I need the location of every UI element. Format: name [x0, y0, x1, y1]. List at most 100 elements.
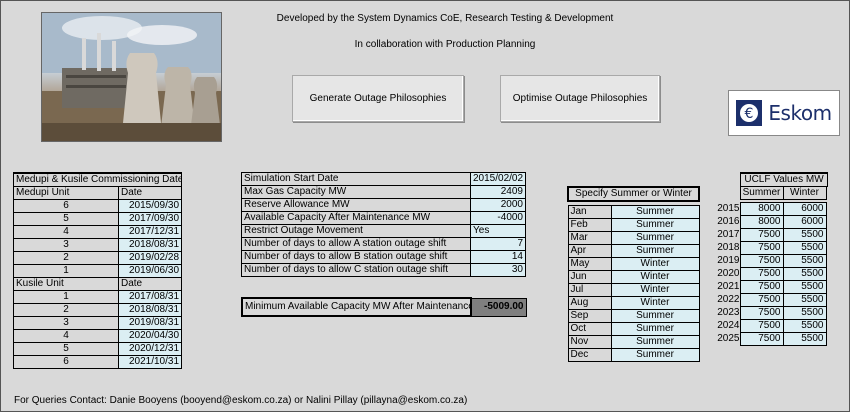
uclf-winter-header: Winter: [782, 186, 827, 200]
uclf-year: 2021: [717, 281, 740, 292]
generate-outage-philosophies-button[interactable]: Generate Outage Philosophies: [292, 75, 464, 122]
eskom-logo: € Eskom: [728, 90, 840, 136]
medupi-unit: 3: [13, 238, 119, 252]
season-value[interactable]: Winter: [610, 283, 700, 297]
uclf-winter-value[interactable]: 5500: [782, 241, 827, 255]
kusile-date[interactable]: 2018/08/31: [117, 303, 183, 317]
sim-param-value[interactable]: -4000: [470, 211, 526, 225]
season-value[interactable]: Summer: [610, 335, 700, 349]
uclf-year: 2023: [717, 307, 740, 318]
season-value[interactable]: Summer: [610, 244, 700, 258]
season-month: Apr: [567, 244, 612, 258]
kusile-date[interactable]: 2020/04/30: [117, 329, 183, 343]
sim-param-value[interactable]: 30: [470, 263, 526, 277]
uclf-winter-value[interactable]: 5500: [782, 267, 827, 281]
uclf-summer-value[interactable]: 7500: [739, 306, 784, 320]
medupi-unit: 6: [13, 199, 119, 213]
kusile-unit: 2: [13, 303, 119, 317]
sim-param-label: Number of days to allow B station outage…: [241, 250, 471, 264]
uclf-winter-value[interactable]: 5500: [782, 254, 827, 268]
commissioning-title: Medupi & Kusile Commissioning Dates: [12, 172, 183, 187]
medupi-date[interactable]: 2017/12/31: [117, 225, 183, 239]
season-value[interactable]: Summer: [610, 309, 700, 323]
eskom-logo-text: Eskom: [768, 101, 832, 125]
medupi-date[interactable]: 2019/06/30: [117, 264, 183, 278]
uclf-winter-value[interactable]: 5500: [782, 306, 827, 320]
season-value[interactable]: Summer: [610, 218, 700, 232]
season-value[interactable]: Summer: [610, 348, 700, 362]
uclf-year: 2018: [717, 242, 740, 253]
uclf-summer-value[interactable]: 7500: [739, 254, 784, 268]
sim-param-value[interactable]: 2015/02/02: [470, 172, 526, 186]
season-month: Oct: [567, 322, 612, 336]
season-value[interactable]: Winter: [610, 257, 700, 271]
uclf-summer-value[interactable]: 7500: [739, 267, 784, 281]
medupi-unit: 4: [13, 225, 119, 239]
header-collaboration: In collaboration with Production Plannin…: [354, 39, 536, 50]
uclf-winter-value[interactable]: 5500: [782, 319, 827, 333]
sim-param-label: Number of days to allow C station outage…: [241, 263, 471, 277]
kusile-date[interactable]: 2019/08/31: [117, 316, 183, 330]
sim-param-label: Restrict Outage Movement: [241, 224, 471, 238]
medupi-date[interactable]: 2017/09/30: [117, 212, 183, 226]
medupi-date[interactable]: 2019/02/28: [117, 251, 183, 265]
uclf-title: UCLF Values MW: [740, 172, 828, 187]
kusile-date-header: Date: [117, 277, 183, 291]
medupi-date-header: Date: [117, 186, 183, 200]
uclf-year: 2020: [717, 268, 740, 279]
svg-text:€: €: [745, 106, 754, 122]
season-value[interactable]: Summer: [610, 205, 700, 219]
simulation-parameters-table: Simulation Start Date 2015/02/02 Max Gas …: [241, 172, 526, 277]
medupi-unit: 2: [13, 251, 119, 265]
uclf-year: 2015: [717, 203, 740, 214]
season-month: Jan: [567, 205, 612, 219]
uclf-winter-value[interactable]: 6000: [782, 215, 827, 229]
uclf-summer-value[interactable]: 7500: [739, 332, 784, 346]
season-month: May: [567, 257, 612, 271]
kusile-unit-header: Kusile Unit: [13, 277, 119, 291]
uclf-summer-value[interactable]: 7500: [739, 319, 784, 333]
uclf-winter-value[interactable]: 5500: [782, 293, 827, 307]
power-station-photo: [41, 12, 222, 142]
season-month: Jun: [567, 270, 612, 284]
min-capacity-label: Minimum Available Capacity MW After Main…: [241, 297, 472, 317]
kusile-date[interactable]: 2020/12/31: [117, 342, 183, 356]
uclf-summer-value[interactable]: 7500: [739, 280, 784, 294]
sim-param-value[interactable]: 2409: [470, 185, 526, 199]
uclf-summer-value[interactable]: 7500: [739, 228, 784, 242]
uclf-winter-value[interactable]: 6000: [782, 202, 827, 216]
kusile-unit: 1: [13, 290, 119, 304]
sim-param-value[interactable]: 14: [470, 250, 526, 264]
season-month: Sep: [567, 309, 612, 323]
uclf-summer-value[interactable]: 8000: [739, 215, 784, 229]
uclf-summer-value[interactable]: 8000: [739, 202, 784, 216]
season-value[interactable]: Summer: [610, 322, 700, 336]
season-value[interactable]: Winter: [610, 296, 700, 310]
season-value[interactable]: Summer: [610, 231, 700, 245]
sim-param-label: Max Gas Capacity MW: [241, 185, 471, 199]
uclf-summer-value[interactable]: 7500: [739, 293, 784, 307]
uclf-summer-header: Summer: [739, 186, 784, 200]
uclf-winter-value[interactable]: 5500: [782, 280, 827, 294]
uclf-year: 2016: [717, 216, 740, 227]
season-month: Feb: [567, 218, 612, 232]
season-month: Jul: [567, 283, 612, 297]
kusile-date[interactable]: 2021/10/31: [117, 355, 183, 369]
uclf-winter-value[interactable]: 5500: [782, 332, 827, 346]
uclf-table: Summer Winter 2015 8000 6000 2016 8000 6000 …: [716, 186, 827, 346]
sim-param-value[interactable]: 2000: [470, 198, 526, 212]
season-month: Mar: [567, 231, 612, 245]
sim-param-value[interactable]: Yes: [470, 224, 526, 238]
medupi-date[interactable]: 2015/09/30: [117, 199, 183, 213]
optimise-outage-philosophies-button[interactable]: Optimise Outage Philosophies: [500, 75, 660, 122]
kusile-date[interactable]: 2017/08/31: [117, 290, 183, 304]
uclf-year: 2022: [717, 294, 740, 305]
uclf-winter-value[interactable]: 5500: [782, 228, 827, 242]
uclf-summer-value[interactable]: 7500: [739, 241, 784, 255]
sim-param-value[interactable]: 7: [470, 237, 526, 251]
season-value[interactable]: Winter: [610, 270, 700, 284]
eskom-logo-icon: €: [736, 100, 763, 126]
sim-param-label: Reserve Allowance MW: [241, 198, 471, 212]
season-month: Nov: [567, 335, 612, 349]
medupi-date[interactable]: 2018/08/31: [117, 238, 183, 252]
